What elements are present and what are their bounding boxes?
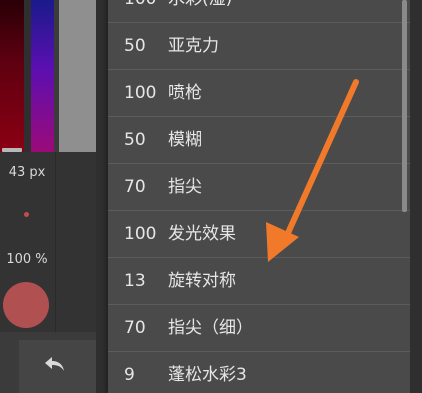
canvas-preview-strip xyxy=(59,0,96,152)
brush-item-size: 50 xyxy=(124,36,146,56)
brush-item-rotational-symmetry[interactable]: 13 旋转对称 xyxy=(108,258,410,305)
brush-settings-panel: 43 px 100 % xyxy=(0,0,96,393)
brush-opacity-readout: 100 % xyxy=(6,252,48,267)
brush-item-size: 9 xyxy=(124,365,135,385)
brush-item-size: 100 xyxy=(124,224,157,244)
brush-item-size: 100 xyxy=(124,0,156,22)
brush-color-swatch[interactable] xyxy=(3,282,49,328)
app-screen: 43 px 100 % 100 水彩(湿) 50 亚克力 100 喷枪 50 模… xyxy=(0,0,422,393)
right-edge-strip xyxy=(410,0,422,393)
brush-item-label: 旋转对称 xyxy=(168,271,236,291)
brush-item-size: 70 xyxy=(124,318,146,338)
brush-item-airbrush[interactable]: 100 喷枪 xyxy=(108,70,410,117)
brush-item-glow-effect[interactable]: 100 发光效果 xyxy=(108,211,410,258)
brush-item-fingertip-fine[interactable]: 70 指尖（细） xyxy=(108,305,410,352)
brush-item-fingertip[interactable]: 70 指尖 xyxy=(108,164,410,211)
brush-item-label: 水彩(湿) xyxy=(168,0,232,22)
panel-divider xyxy=(55,152,56,332)
brush-list-scrollbar[interactable] xyxy=(402,0,407,212)
brush-item-label: 发光效果 xyxy=(168,224,236,244)
brush-size-slider[interactable] xyxy=(0,0,24,152)
brush-item-size: 50 xyxy=(124,130,146,150)
brush-item-blur[interactable]: 50 模糊 xyxy=(108,117,410,164)
brush-opacity-slider[interactable] xyxy=(31,0,54,152)
brush-size-readout: 43 px xyxy=(8,165,46,180)
brush-item-label: 指尖 xyxy=(168,177,202,197)
brush-item-label: 蓬松水彩3 xyxy=(168,365,247,385)
brush-item-label: 亚克力 xyxy=(168,36,219,56)
slider-gap xyxy=(24,0,31,152)
brush-item-size: 70 xyxy=(124,177,146,197)
brush-item-acrylic[interactable]: 50 亚克力 xyxy=(108,23,410,70)
brush-item-label: 指尖（细） xyxy=(168,318,253,338)
brush-item-label: 喷枪 xyxy=(168,83,202,103)
undo-arrow-icon[interactable] xyxy=(42,352,68,378)
brush-item-size: 13 xyxy=(124,271,146,291)
brush-item-label: 模糊 xyxy=(168,130,202,150)
brush-size-preview-dot xyxy=(24,212,29,217)
brush-item-watercolor-wet[interactable]: 100 水彩(湿) xyxy=(108,0,410,23)
brush-item-size: 100 xyxy=(124,83,157,103)
brush-list-dropdown: 100 水彩(湿) 50 亚克力 100 喷枪 50 模糊 70 指尖 100 … xyxy=(108,0,410,393)
brush-item-fluffy-watercolor-3[interactable]: 9 蓬松水彩3 xyxy=(108,352,410,393)
